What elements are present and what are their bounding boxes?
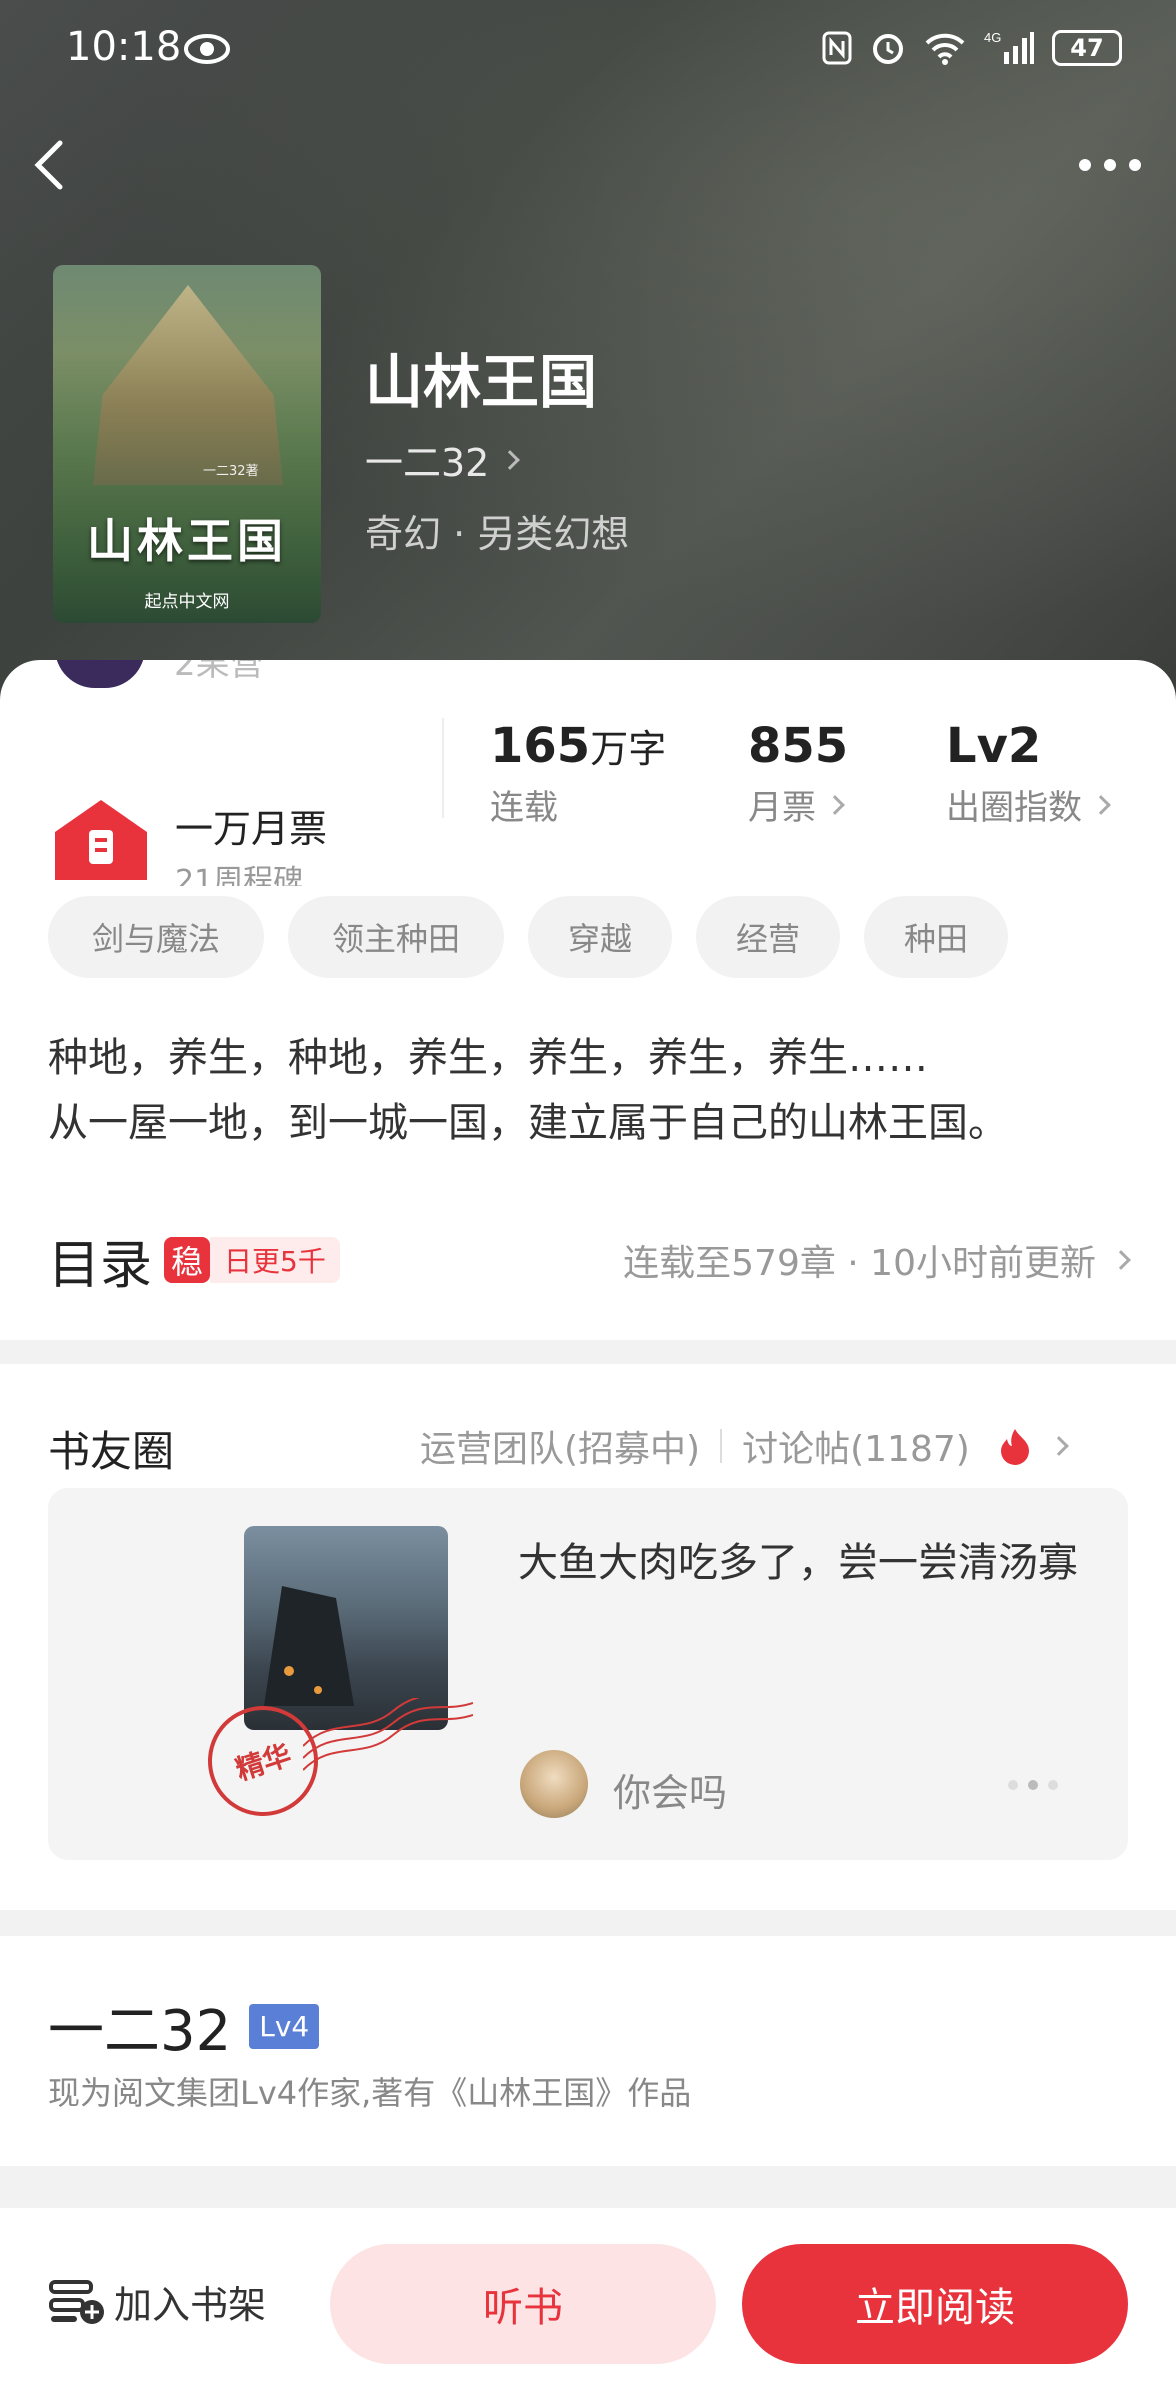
tag-item[interactable]: 领主种田 [288, 896, 504, 978]
stat-influence[interactable]: Lv2 出圈指数 [946, 718, 1111, 829]
fire-icon [1000, 1429, 1029, 1465]
book-genre: 奇幻 · 另类幻想 [365, 512, 630, 556]
award-badge-icon [55, 660, 145, 688]
circle-title: 书友圈 [48, 1427, 175, 1476]
author-intro: 现为阅文集团Lv4作家,著有《山林王国》作品 [48, 2074, 692, 2112]
status-time: 10:18 [66, 24, 182, 70]
eye-icon [184, 34, 230, 64]
back-icon[interactable] [30, 138, 70, 193]
avatar [520, 1750, 588, 1818]
battery-icon: 47 [1052, 30, 1122, 66]
tag-item[interactable]: 穿越 [528, 896, 672, 978]
cover-author: 一二32著 [203, 464, 259, 479]
post-username: 你会吗 [613, 1771, 728, 1815]
ticket-icon [55, 800, 147, 880]
stat-ticket-label: 月票 [748, 788, 816, 828]
tag-item[interactable]: 剑与魔法 [48, 896, 264, 978]
book-cover[interactable]: 一二32著 山林王国 起点中文网 [53, 265, 321, 623]
cover-art [93, 285, 283, 485]
posts-link[interactable]: 讨论帖(1187) [742, 1420, 970, 1472]
add-shelf-button[interactable]: 加入书架 [48, 2274, 266, 2329]
stat-words-label: 连载 [490, 788, 558, 828]
alarm-icon [873, 34, 903, 64]
tag-item[interactable]: 种田 [864, 896, 1008, 978]
add-shelf-label: 加入书架 [114, 2283, 267, 2327]
circle-links[interactable]: 运营团队(招募中) 讨论帖(1187) [420, 1420, 1069, 1472]
signal-icon: 4G [984, 30, 1034, 64]
chevron-right-icon [1048, 1436, 1069, 1456]
add-shelf-icon [49, 2279, 104, 2324]
author-name: 一二32 [365, 441, 490, 485]
stat-words-unit: 万字 [590, 727, 667, 771]
stamp-lines [303, 1698, 473, 1771]
chevron-right-icon [1091, 794, 1111, 815]
chevron-right-icon [1111, 1250, 1131, 1270]
divider [720, 1429, 723, 1463]
description-line: 从一屋一地，到一城一国，建立属于自己的山林王国。 [48, 1100, 1008, 1146]
divider [442, 718, 444, 818]
award-text: 2果营 [174, 660, 264, 684]
author-link[interactable]: 一二32 [365, 432, 521, 487]
read-now-button[interactable]: 立即阅读 [742, 2244, 1128, 2364]
svg-text:4G: 4G [984, 30, 1001, 45]
description-line: 种地，养生，种地，养生，养生，养生，养生…… [48, 1035, 928, 1081]
stat-influence-label: 出圈指数 [946, 788, 1082, 828]
nfc-icon [822, 31, 852, 65]
status-icons: 4G 47 [822, 30, 1122, 66]
team-link[interactable]: 运营团队(招募中) [420, 1420, 700, 1472]
cover-title: 山林王国 [87, 514, 287, 568]
stat-ticket-value: 855 [748, 718, 849, 774]
catalog-title: 目录 [48, 1235, 153, 1296]
book-circle-section: 书友圈 运营团队(招募中) 讨论帖(1187) 精华 大鱼大肉吃多了，尝一尝清汤… [0, 1364, 1176, 1910]
stat-monthly-ticket[interactable]: 855 月票 [748, 718, 848, 829]
featured-post-card[interactable]: 精华 大鱼大肉吃多了，尝一尝清汤寡 你会吗 [48, 1488, 1128, 1860]
wifi-icon [925, 33, 965, 65]
chevron-right-icon [500, 449, 521, 470]
chevron-right-icon [825, 794, 845, 815]
bottom-bar: 加入书架 听书 立即阅读 [0, 2208, 1176, 2400]
catalog-row[interactable]: 目录 稳 日更5千 连载至579章 · 10小时前更新 [48, 1220, 1131, 1300]
battery-level: 47 [1070, 34, 1104, 62]
ticket-sub: 21周程碑 [175, 864, 304, 886]
book-title: 山林王国 [365, 348, 598, 416]
ticket-title: 一万月票 [175, 807, 328, 851]
listen-button[interactable]: 听书 [330, 2244, 716, 2364]
stamp-text: 精华 [231, 1738, 296, 1787]
author-section-name: 一二32 [48, 1999, 232, 2064]
stat-influence-value: Lv2 [946, 718, 1042, 774]
update-badge: 日更5千 [210, 1237, 340, 1283]
carousel-dots [1008, 1780, 1058, 1790]
book-info-card: 2果营 一万月票 21周程碑 165万字 连载 855 月票 Lv2 出圈指数 … [0, 660, 1176, 1340]
author-section[interactable]: 一二32 Lv4 现为阅文集团Lv4作家,著有《山林王国》作品 [0, 1936, 1176, 2166]
catalog-status: 连载至579章 · 10小时前更新 [623, 1243, 1096, 1284]
cover-publisher: 起点中文网 [144, 592, 230, 612]
more-icon[interactable] [1075, 155, 1145, 175]
stable-badge-icon: 稳 [164, 1237, 211, 1283]
author-level-badge: Lv4 [249, 2004, 320, 2049]
stat-words-value: 165 [490, 718, 591, 774]
post-text: 大鱼大肉吃多了，尝一尝清汤寡 [518, 1540, 1078, 1586]
stat-words: 165万字 连载 [490, 718, 666, 829]
tag-item[interactable]: 经营 [696, 896, 840, 978]
